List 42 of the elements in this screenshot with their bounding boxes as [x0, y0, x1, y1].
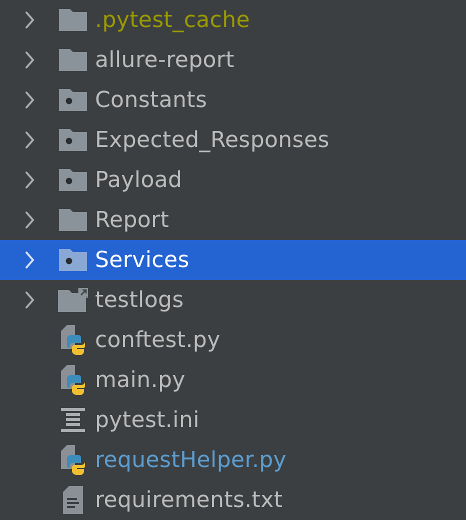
- tree-item[interactable]: requirements.txt: [0, 480, 466, 520]
- chevron-icon[interactable]: [24, 131, 35, 149]
- chevron-icon[interactable]: [24, 11, 35, 29]
- tree-item[interactable]: Constants: [0, 80, 466, 120]
- folder-arrow-icon: [58, 288, 88, 312]
- tree-item[interactable]: Services: [0, 240, 466, 280]
- tree-item[interactable]: testlogs: [0, 280, 466, 320]
- folder-icon: [59, 9, 87, 31]
- item-label: requirements.txt: [95, 488, 283, 512]
- tree-item[interactable]: conftest.py: [0, 320, 466, 360]
- chevron-icon[interactable]: [24, 291, 35, 309]
- tree-item[interactable]: main.py: [0, 360, 466, 400]
- item-label: .pytest_cache: [95, 8, 250, 32]
- item-label: main.py: [95, 368, 186, 392]
- tree-item[interactable]: Report: [0, 200, 466, 240]
- chevron-icon[interactable]: [24, 211, 35, 229]
- folder-icon: [59, 49, 87, 71]
- item-label: Services: [95, 248, 190, 272]
- tree-item[interactable]: allure-report: [0, 40, 466, 80]
- python-file-icon: [59, 365, 87, 395]
- item-label: Payload: [95, 168, 182, 192]
- item-label: Report: [95, 208, 170, 232]
- chevron-icon[interactable]: [24, 51, 35, 69]
- python-file-icon: [59, 325, 87, 355]
- text-file-icon: [63, 486, 83, 514]
- item-label: conftest.py: [95, 328, 220, 352]
- item-label: allure-report: [95, 48, 234, 72]
- tree-item[interactable]: .pytest_cache: [0, 0, 466, 40]
- tree-item[interactable]: Payload: [0, 160, 466, 200]
- python-file-icon: [59, 445, 87, 475]
- item-label: testlogs: [95, 288, 184, 312]
- tree-item[interactable]: requestHelper.py: [0, 440, 466, 480]
- config-file-icon: [61, 408, 85, 432]
- tree-item[interactable]: pytest.ini: [0, 400, 466, 440]
- item-label: pytest.ini: [95, 408, 200, 432]
- chevron-icon[interactable]: [24, 91, 35, 109]
- tree-item[interactable]: Expected_Responses: [0, 120, 466, 160]
- chevron-icon[interactable]: [24, 171, 35, 189]
- item-label: Expected_Responses: [95, 128, 330, 152]
- folder-icon: [59, 209, 87, 231]
- item-label: requestHelper.py: [95, 448, 287, 472]
- item-label: Constants: [95, 88, 208, 112]
